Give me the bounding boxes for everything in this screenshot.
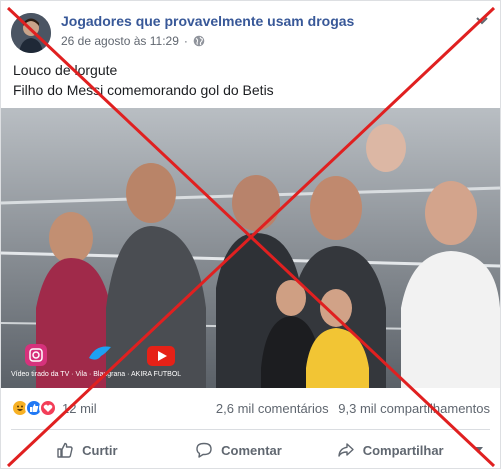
comment-label: Comentar — [221, 442, 282, 458]
share-label: Compartilhar — [362, 442, 444, 458]
shares-count[interactable]: 9,3 mil compartilhamentos — [338, 401, 490, 416]
post-stats: 12 mil 2,6 mil comentários 9,3 mil compa… — [11, 399, 490, 421]
comment-icon — [196, 442, 212, 458]
meta-separator: · — [183, 34, 188, 48]
reaction-summary[interactable]: 12 mil — [11, 399, 97, 417]
share-options-icon[interactable] — [466, 447, 490, 453]
love-reaction-icon — [39, 399, 57, 417]
post-text-line-2: Filho do Messi comemorando gol do Betis — [13, 82, 274, 98]
engagement-counts: 2,6 mil comentários 9,3 mil compartilham… — [210, 401, 490, 416]
post-options-icon[interactable] — [476, 13, 488, 28]
share-arrow-icon — [338, 443, 354, 457]
thumbs-up-icon — [57, 442, 73, 458]
comment-button[interactable]: Comentar — [163, 441, 315, 459]
facebook-post: Jogadores que provavelmente usam drogas … — [0, 0, 501, 469]
avatar-image — [11, 13, 51, 53]
post-actions-bar: Curtir Comentar Compartilhar — [11, 431, 490, 469]
page-name-link[interactable]: Jogadores que provavelmente usam drogas — [61, 13, 354, 29]
video-frame: Vídeo tirado da TV · Vila · Blaugrana · … — [1, 108, 500, 388]
globe-icon[interactable] — [193, 35, 205, 47]
like-button[interactable]: Curtir — [11, 441, 163, 459]
video-watermark-text: Vídeo tirado da TV · Vila · Blaugrana · … — [11, 371, 181, 378]
reaction-count[interactable]: 12 mil — [62, 401, 97, 416]
like-label: Curtir — [82, 442, 118, 458]
post-meta: 26 de agosto às 11:29 · — [61, 34, 205, 48]
share-button[interactable]: Compartilhar — [314, 441, 466, 459]
actions-divider — [11, 429, 490, 430]
video-player[interactable]: Vídeo tirado da TV · Vila · Blaugrana · … — [1, 108, 500, 388]
post-text-line-1: Louco de lorgute — [13, 62, 118, 78]
comments-count[interactable]: 2,6 mil comentários — [216, 401, 329, 416]
page-avatar[interactable] — [11, 13, 51, 53]
post-date[interactable]: 26 de agosto às 11:29 — [61, 34, 179, 48]
